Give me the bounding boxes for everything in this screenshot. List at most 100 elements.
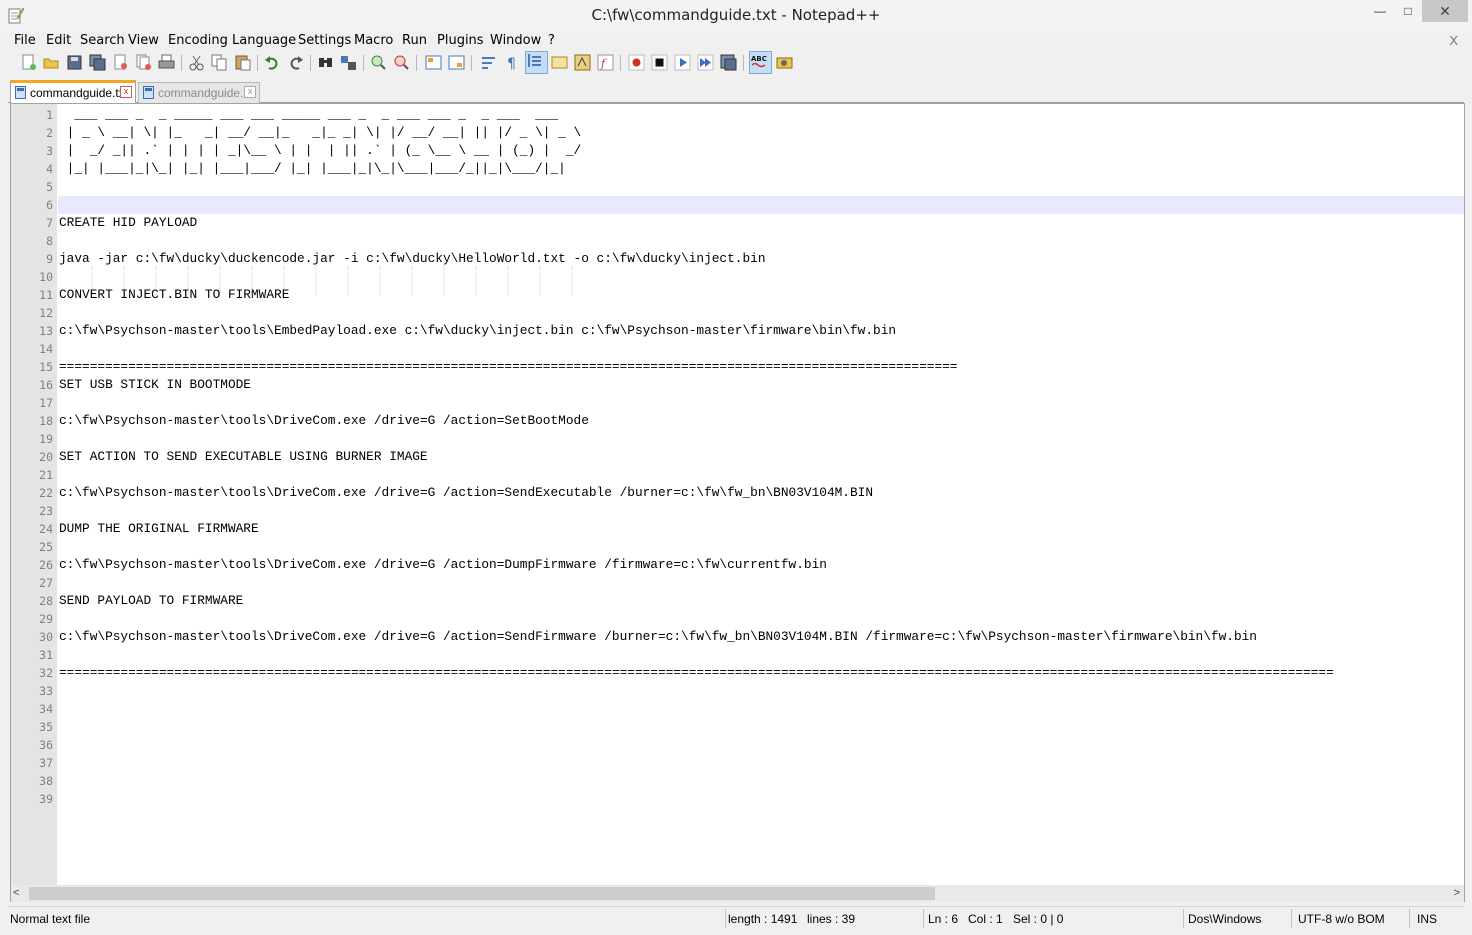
text-line[interactable] <box>58 700 1464 718</box>
line-number[interactable]: 21 <box>13 466 53 484</box>
text-line[interactable] <box>58 304 1464 322</box>
close-all-icon[interactable] <box>135 54 152 71</box>
print-icon[interactable] <box>158 54 175 71</box>
text-line[interactable]: ========================================… <box>58 358 1464 376</box>
line-number[interactable]: 29 <box>13 610 53 628</box>
record-macro-icon[interactable] <box>628 54 645 71</box>
text-line[interactable] <box>58 754 1464 772</box>
text-line[interactable]: ___ ___ _ _ _____ ___ ___ _____ ___ _ _ … <box>58 106 1464 124</box>
save-all-icon[interactable] <box>89 54 106 71</box>
text-line[interactable] <box>58 772 1464 790</box>
save-macro-icon[interactable] <box>720 54 737 71</box>
menu-file[interactable]: File <box>14 33 36 48</box>
minimize-button[interactable]: — <box>1366 0 1394 22</box>
line-number[interactable]: 1 <box>13 106 53 124</box>
save-icon[interactable] <box>66 54 83 71</box>
line-number[interactable]: 17 <box>13 394 53 412</box>
zoom-out-icon[interactable] <box>393 54 410 71</box>
stop-macro-icon[interactable] <box>651 54 668 71</box>
text-line[interactable] <box>58 268 1464 286</box>
scrollbar-thumb[interactable] <box>29 887 935 900</box>
line-number[interactable]: 38 <box>13 772 53 790</box>
line-number[interactable]: 33 <box>13 682 53 700</box>
line-number[interactable]: 8 <box>13 232 53 250</box>
menu-encoding[interactable]: Encoding <box>168 33 228 48</box>
text-line[interactable]: | _ \ __| \| |_ _| __/ __|_ _|_ _| \| |/… <box>58 124 1464 142</box>
zoom-in-icon[interactable] <box>370 54 387 71</box>
line-number[interactable]: 35 <box>13 718 53 736</box>
line-number[interactable]: 5 <box>13 178 53 196</box>
menu-help[interactable]: ? <box>548 33 555 48</box>
menu-settings[interactable]: Settings <box>298 33 351 48</box>
line-number[interactable]: 36 <box>13 736 53 754</box>
indent-guide-icon[interactable] <box>525 51 548 74</box>
line-number[interactable]: 15 <box>13 358 53 376</box>
text-line[interactable] <box>58 574 1464 592</box>
text-line[interactable]: c:\fw\Psychson-master\tools\DriveCom.exe… <box>58 484 1464 502</box>
line-number[interactable]: 28 <box>13 592 53 610</box>
scroll-left-arrow[interactable]: < <box>13 887 19 899</box>
line-number[interactable]: 27 <box>13 574 53 592</box>
line-number[interactable]: 31 <box>13 646 53 664</box>
tab-commandguide-active[interactable]: commandguide.txt x <box>10 80 136 104</box>
sync-horizontal-icon[interactable] <box>448 54 465 71</box>
text-line[interactable]: ========================================… <box>58 664 1464 682</box>
text-line[interactable]: SEND PAYLOAD TO FIRMWARE <box>58 592 1464 610</box>
line-number[interactable]: 22 <box>13 484 53 502</box>
find-icon[interactable] <box>317 54 334 71</box>
text-line[interactable]: SET ACTION TO SEND EXECUTABLE USING BURN… <box>58 448 1464 466</box>
text-line[interactable]: java -jar c:\fw\ducky\duckencode.jar -i … <box>58 250 1464 268</box>
text-line[interactable] <box>58 736 1464 754</box>
menu-window[interactable]: Window <box>490 33 541 48</box>
horizontal-scrollbar[interactable]: < > <box>10 885 1465 902</box>
text-line[interactable]: DUMP THE ORIGINAL FIRMWARE <box>58 520 1464 538</box>
user-language-icon[interactable] <box>551 54 568 71</box>
run-macro-multiple-icon[interactable] <box>697 54 714 71</box>
text-line[interactable] <box>58 682 1464 700</box>
menu-search[interactable]: Search <box>80 33 125 48</box>
editor-content[interactable]: ___ ___ _ _ _____ ___ ___ _____ ___ _ _ … <box>58 104 1464 886</box>
text-line[interactable]: CONVERT INJECT.BIN TO FIRMWARE <box>58 286 1464 304</box>
line-number[interactable]: 11 <box>13 286 53 304</box>
text-line[interactable] <box>58 178 1464 196</box>
line-number[interactable]: 9 <box>13 250 53 268</box>
text-line[interactable] <box>58 538 1464 556</box>
word-wrap-icon[interactable] <box>480 54 497 71</box>
line-number[interactable]: 32 <box>13 664 53 682</box>
maximize-button[interactable]: □ <box>1394 0 1422 22</box>
text-line[interactable] <box>58 718 1464 736</box>
text-editor[interactable]: 1 2 3 4 5 6 7 8 9 10 11 12 13 14 15 16 17 18 19 20 21 22 23 24 2… <box>10 103 1465 887</box>
copy-icon[interactable] <box>211 54 228 71</box>
line-number[interactable]: 34 <box>13 700 53 718</box>
menu-run[interactable]: Run <box>402 33 427 48</box>
line-number[interactable]: 16 <box>13 376 53 394</box>
replace-icon[interactable] <box>340 54 357 71</box>
show-all-chars-icon[interactable]: ¶ <box>503 54 520 71</box>
open-file-icon[interactable] <box>43 54 60 71</box>
text-line[interactable] <box>58 646 1464 664</box>
line-number[interactable]: 3 <box>13 142 53 160</box>
tab-commandguide-inactive[interactable]: commandguide.txt x <box>138 82 260 103</box>
spell-check-icon[interactable]: ABC <box>749 51 772 74</box>
text-line[interactable] <box>58 430 1464 448</box>
paste-icon[interactable] <box>234 54 251 71</box>
line-number[interactable]: 24 <box>13 520 53 538</box>
play-macro-icon[interactable] <box>674 54 691 71</box>
text-line[interactable] <box>58 340 1464 358</box>
text-line[interactable] <box>58 232 1464 250</box>
redo-icon[interactable] <box>287 54 304 71</box>
line-number[interactable]: 18 <box>13 412 53 430</box>
text-line[interactable] <box>58 394 1464 412</box>
text-line[interactable]: SET USB STICK IN BOOTMODE <box>58 376 1464 394</box>
line-number[interactable]: 20 <box>13 448 53 466</box>
doc-map-icon[interactable] <box>574 54 591 71</box>
menu-edit[interactable]: Edit <box>46 33 71 48</box>
line-number[interactable]: 23 <box>13 502 53 520</box>
menu-view[interactable]: View <box>128 33 159 48</box>
line-number[interactable]: 30 <box>13 628 53 646</box>
text-line[interactable] <box>58 790 1464 808</box>
text-line[interactable] <box>58 502 1464 520</box>
line-number[interactable]: 6 <box>13 196 53 214</box>
menu-plugins[interactable]: Plugins <box>437 33 484 48</box>
line-number[interactable]: 19 <box>13 430 53 448</box>
